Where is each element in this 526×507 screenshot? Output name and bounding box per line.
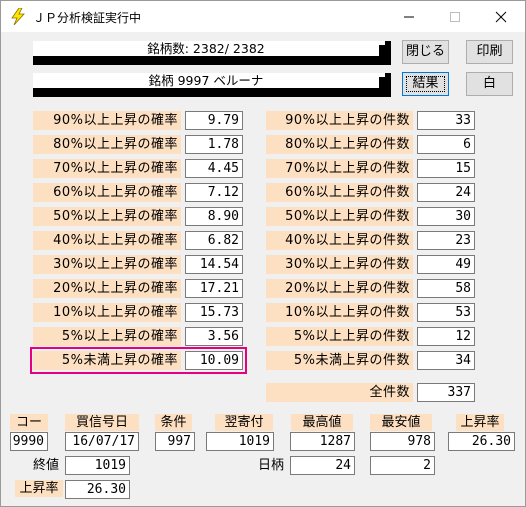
probability-value[interactable]: 9.79 <box>185 111 243 130</box>
high-label: 最高値 <box>291 414 353 431</box>
count-value[interactable]: 23 <box>417 231 475 250</box>
highlight-box <box>30 347 247 374</box>
probability-value[interactable]: 14.54 <box>185 255 243 274</box>
days-field[interactable]: 24 <box>290 456 355 475</box>
count-label: 10%以上上昇の件数 <box>266 303 413 322</box>
high-field[interactable]: 1287 <box>290 432 355 451</box>
total-value[interactable]: 337 <box>417 383 475 402</box>
close-window-button[interactable] <box>478 1 524 32</box>
condition-label: 条件 <box>155 414 192 431</box>
count-label: 40%以上上昇の件数 <box>266 231 413 250</box>
progress-count-bar: 銘柄数: 2382/ 2382 <box>33 41 391 67</box>
probability-label: 10%以上上昇の確率 <box>33 303 181 322</box>
close-price-label: 終値 <box>33 458 60 473</box>
count-value[interactable]: 58 <box>417 279 475 298</box>
days-label: 日柄 <box>258 458 285 473</box>
count-value[interactable]: 49 <box>417 255 475 274</box>
low-field[interactable]: 978 <box>370 432 435 451</box>
probability-label: 90%以上上昇の確率 <box>33 111 181 130</box>
count-value[interactable]: 15 <box>417 159 475 178</box>
probability-label: 5%以上上昇の確率 <box>33 327 181 346</box>
buy-date-label: 買信号日 <box>65 414 139 431</box>
next-open-field[interactable]: 1019 <box>206 432 274 451</box>
probability-value[interactable]: 8.90 <box>185 207 243 226</box>
rise-rate2-field[interactable]: 26.30 <box>65 480 130 499</box>
app-window: ＪＰ分析検証実行中 銘柄数: 2382/ 2382 銘柄 9997 ベルーナ 閉… <box>0 0 526 507</box>
probability-label: 60%以上上昇の確率 <box>33 183 181 202</box>
probability-label: 30%以上上昇の確率 <box>33 255 181 274</box>
probability-label: 20%以上上昇の確率 <box>33 279 181 298</box>
probability-value[interactable]: 15.73 <box>185 303 243 322</box>
probability-value[interactable]: 6.82 <box>185 231 243 250</box>
close-price-field[interactable]: 1019 <box>65 456 130 475</box>
probability-value[interactable]: 3.56 <box>185 327 243 346</box>
probability-value[interactable]: 4.45 <box>185 159 243 178</box>
lightning-icon <box>11 8 25 25</box>
probability-label: 40%以上上昇の確率 <box>33 231 181 250</box>
count-value[interactable]: 53 <box>417 303 475 322</box>
total-label: 全件数 <box>266 383 413 402</box>
print-button[interactable]: 印刷 <box>466 40 513 64</box>
count-label: 60%以上上昇の件数 <box>266 183 413 202</box>
rise-rate-label: 上昇率 <box>456 414 504 431</box>
probability-label: 80%以上上昇の確率 <box>33 135 181 154</box>
title-bar[interactable]: ＪＰ分析検証実行中 <box>1 1 525 32</box>
count-value[interactable]: 6 <box>417 135 475 154</box>
window-title: ＪＰ分析検証実行中 <box>33 11 142 25</box>
count-label: 20%以上上昇の件数 <box>266 279 413 298</box>
count-label: 50%以上上昇の件数 <box>266 207 413 226</box>
close-button[interactable]: 閉じる <box>402 40 449 64</box>
close-icon <box>495 11 507 22</box>
extra-field[interactable]: 2 <box>370 456 435 475</box>
stock-name-bar: 銘柄 9997 ベルーナ <box>33 73 391 99</box>
count-value[interactable]: 33 <box>417 111 475 130</box>
probability-value[interactable]: 7.12 <box>185 183 243 202</box>
probability-value[interactable]: 1.78 <box>185 135 243 154</box>
code-label: コード <box>10 414 48 447</box>
minimize-button[interactable] <box>386 1 432 32</box>
count-label: 70%以上上昇の件数 <box>266 159 413 178</box>
count-label: 80%以上上昇の件数 <box>266 135 413 154</box>
minimize-icon <box>404 16 414 17</box>
maximize-button <box>432 1 478 32</box>
probability-label: 50%以上上昇の確率 <box>33 207 181 226</box>
maximize-icon <box>450 11 460 22</box>
result-button[interactable]: 結果 <box>402 72 449 96</box>
count-label: 30%以上上昇の件数 <box>266 255 413 274</box>
rise-rate-field[interactable]: 26.30 <box>448 432 515 451</box>
count-value[interactable]: 24 <box>417 183 475 202</box>
low-label: 最安値 <box>370 414 432 431</box>
buy-date-field[interactable]: 16/07/17 <box>65 432 139 451</box>
stock-count-label: 銘柄数: 2382/ 2382 <box>33 41 379 56</box>
count-value[interactable]: 34 <box>417 351 475 370</box>
count-value[interactable]: 30 <box>417 207 475 226</box>
next-open-label: 翌寄付 <box>215 414 273 431</box>
count-label: 5%以上上昇の件数 <box>266 327 413 346</box>
count-label: 5%未満上昇の件数 <box>266 351 413 370</box>
probability-label: 70%以上上昇の確率 <box>33 159 181 178</box>
condition-field[interactable]: 997 <box>155 432 195 451</box>
stock-name-label: 銘柄 9997 ベルーナ <box>33 73 379 88</box>
white-button[interactable]: 白 <box>466 72 513 96</box>
probability-value[interactable]: 17.21 <box>185 279 243 298</box>
rise-rate2-label: 上昇率 <box>15 480 63 497</box>
count-value[interactable]: 12 <box>417 327 475 346</box>
code-field[interactable]: 9990 <box>10 432 48 451</box>
count-label: 90%以上上昇の件数 <box>266 111 413 130</box>
